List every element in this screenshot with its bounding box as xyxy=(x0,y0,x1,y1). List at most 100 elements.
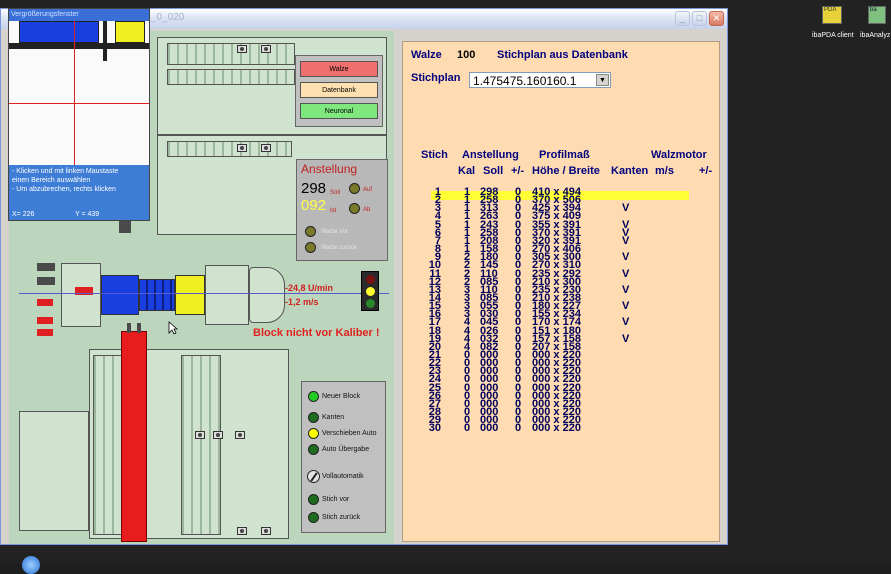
window-title: _0_020 xyxy=(151,12,185,23)
start-orb-icon[interactable] xyxy=(22,556,40,574)
traffic-light xyxy=(361,271,379,311)
spindle-pin xyxy=(137,323,141,333)
switch-lever xyxy=(310,472,318,482)
block-warning: Block nicht vor Kaliber ! xyxy=(253,327,380,339)
header-stich: Stich xyxy=(421,149,448,161)
red-light-icon xyxy=(366,275,375,284)
neuer-block-lamp-icon[interactable] xyxy=(308,391,319,402)
mag-y-readout: Y = 439 xyxy=(75,211,100,218)
kanten-lamp-icon[interactable] xyxy=(308,412,319,423)
cell-soll: 000 xyxy=(480,422,499,435)
stich-vor-label: Stich vor xyxy=(322,496,350,503)
ab-lamp-icon[interactable] xyxy=(349,203,360,214)
walze-zurueck-lamp-icon[interactable] xyxy=(305,242,316,253)
cell-pm: 0 xyxy=(515,422,522,435)
desktop-icon-ibapda[interactable]: PDA ibaPDA client xyxy=(812,6,856,42)
neuronal-mode-button[interactable]: Neuronal xyxy=(300,103,378,119)
header-ms: m/s xyxy=(655,165,674,177)
roll-blue-grooves xyxy=(139,279,175,311)
datenbank-mode-button[interactable]: Datenbank xyxy=(300,82,378,98)
cell-profil: 000 x 220 xyxy=(532,422,581,435)
side-marker-red xyxy=(37,317,53,324)
roll-speed: -24,8 U/min xyxy=(285,283,334,293)
walze-value: 100 xyxy=(457,49,476,61)
ist-value: 092 xyxy=(301,197,327,214)
auf-label: Auf xyxy=(363,187,373,193)
bolt-icon xyxy=(261,144,271,152)
mag-roll-blue xyxy=(19,21,99,43)
drive-coupling xyxy=(61,263,101,327)
verschieben-auto-label: Verschieben Auto xyxy=(322,430,377,437)
lower-right-column xyxy=(181,355,221,535)
bolt-icon xyxy=(195,431,205,439)
header-anstellung: Anstellung xyxy=(462,149,519,161)
mag-crosshair-h xyxy=(9,103,149,104)
soll-value: 298 xyxy=(301,180,327,197)
side-block xyxy=(37,263,55,271)
bolt-icon xyxy=(237,144,247,152)
mag-instruction-line: - Klicken und mit linken Maustaste xyxy=(12,168,119,175)
bolt-icon xyxy=(235,431,245,439)
mouse-cursor-icon xyxy=(168,321,178,335)
auto-uebergabe-lamp-icon[interactable] xyxy=(308,444,319,455)
header-walzmotor: Walzmotor xyxy=(651,149,707,161)
mag-x-readout: X= 226 xyxy=(12,211,35,218)
stichplan-label: Stichplan xyxy=(411,72,461,84)
walze-vor-lamp-icon[interactable] xyxy=(305,226,316,237)
mag-instruction-line: - Um abzubrechen, rechts klicken xyxy=(12,186,116,193)
stich-vor-lamp-icon[interactable] xyxy=(308,494,319,505)
bolt-icon xyxy=(237,527,247,535)
cell-kal: 0 xyxy=(463,422,471,435)
stichplan-select-value: 1.475475.160160.1 xyxy=(473,74,577,88)
auf-lamp-icon[interactable] xyxy=(349,183,360,194)
spindle-pin xyxy=(127,323,131,333)
ibapda-icon: PDA xyxy=(822,6,842,24)
side-marker-red xyxy=(37,299,53,306)
neuer-block-label: Neuer Block xyxy=(322,393,361,400)
table-row[interactable]: 30 0 000 0 000 x 220 xyxy=(419,422,704,435)
stich-zurueck-lamp-icon[interactable] xyxy=(308,512,319,523)
side-marker-red xyxy=(37,329,53,336)
mag-roll-yellow xyxy=(115,21,145,43)
chevron-down-icon[interactable]: ▼ xyxy=(596,74,609,86)
header-profilmass: Profilmaß xyxy=(539,149,590,161)
lower-left-column xyxy=(93,355,123,535)
header-kal: Kal xyxy=(458,165,476,177)
vollautomatik-switch-icon[interactable] xyxy=(307,470,320,483)
magnifier-title: Vergrößerungsfenster xyxy=(9,9,149,21)
walze-zurueck-label: Walze zurück xyxy=(321,245,357,251)
stichplan-select[interactable]: 1.475475.160160.1 ▼ xyxy=(469,72,611,88)
maximize-button[interactable]: □ xyxy=(692,11,707,26)
desktop: PDA ibaPDA client ba ibaAnalyz _0_020 _ … xyxy=(0,0,891,574)
mag-shaft xyxy=(103,21,107,61)
bolt-icon xyxy=(261,527,271,535)
lower-left-frame xyxy=(19,411,89,531)
cell-stich: 30 xyxy=(428,422,441,435)
bolt-icon xyxy=(261,45,271,53)
stich-zurueck-label: Stich zurück xyxy=(322,514,361,521)
roll-end-cap xyxy=(249,267,285,323)
ibaanalyzer-icon: ba xyxy=(868,6,886,24)
lower-spindle-red xyxy=(121,331,147,542)
plan-source: Stichplan aus Datenbank xyxy=(497,49,628,61)
stichplan-panel: Walze 100 Stichplan aus Datenbank Stichp… xyxy=(402,41,720,542)
desktop-icon-ibaanalyzer[interactable]: ba ibaAnalyz xyxy=(860,6,891,42)
magnifier-window[interactable]: Vergrößerungsfenster - Klicken und mit l… xyxy=(8,8,150,221)
header-soll: Soll xyxy=(483,165,504,177)
mag-crosshair-v xyxy=(74,21,75,165)
minimize-icon: _ xyxy=(679,13,685,23)
close-button[interactable]: ✕ xyxy=(709,11,724,26)
anstellung-title: Anstellung xyxy=(301,162,358,176)
header-kanten: Kanten xyxy=(611,165,649,177)
minimize-button[interactable]: _ xyxy=(675,11,690,26)
maximize-icon: □ xyxy=(696,13,703,23)
ab-label: Ab xyxy=(363,207,371,213)
header-plusminus: +/- xyxy=(511,165,525,177)
auto-uebergabe-label: Auto Übergabe xyxy=(322,446,370,453)
upper-rail xyxy=(167,69,295,85)
control-panel: Neuer Block Kanten Verschieben Auto Auto… xyxy=(301,381,386,533)
verschieben-auto-lamp-icon[interactable] xyxy=(308,428,319,439)
walze-mode-button[interactable]: Walze xyxy=(300,61,378,77)
anstellung-panel: Anstellung 298 Soll Auf 092 Ist Ab Walze… xyxy=(296,159,388,261)
soll-label: Soll xyxy=(330,190,341,196)
